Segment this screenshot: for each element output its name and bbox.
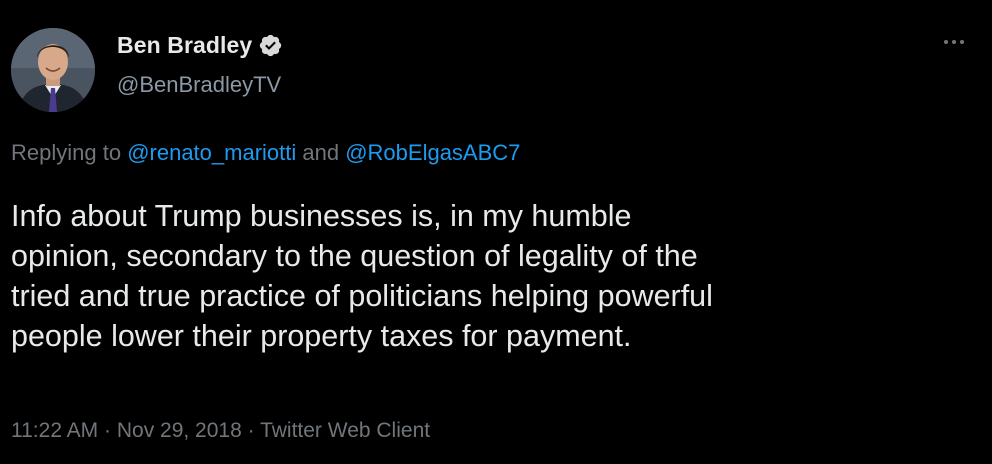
author-name-row: Ben Bradley — [117, 32, 283, 59]
avatar[interactable] — [11, 28, 95, 112]
tweet-card: Ben Bradley @BenBradleyTV Replying to @r… — [0, 0, 992, 464]
tweet-source[interactable]: Twitter Web Client — [260, 419, 430, 442]
replying-joiner: and — [296, 140, 346, 165]
author-handle[interactable]: @BenBradleyTV — [117, 72, 281, 98]
mention-link[interactable]: @renato_mariotti — [127, 140, 296, 165]
tweet-meta: 11:22 AM · Nov 29, 2018 · Twitter Web Cl… — [11, 419, 430, 443]
profile-photo-icon — [11, 28, 95, 112]
mention-link[interactable]: @RobElgasABC7 — [345, 140, 520, 165]
meta-separator: · — [98, 419, 117, 442]
tweet-date[interactable]: Nov 29, 2018 — [117, 419, 242, 442]
meta-separator: · — [241, 419, 261, 442]
more-options-icon[interactable] — [944, 40, 964, 44]
replying-to: Replying to @renato_mariotti and @RobElg… — [11, 140, 520, 166]
display-name[interactable]: Ben Bradley — [117, 32, 252, 59]
verified-badge-icon — [258, 33, 283, 58]
replying-prefix: Replying to — [11, 140, 128, 165]
tweet-text: Info about Trump businesses is, in my hu… — [11, 199, 713, 353]
tweet-time[interactable]: 11:22 AM — [11, 419, 98, 442]
